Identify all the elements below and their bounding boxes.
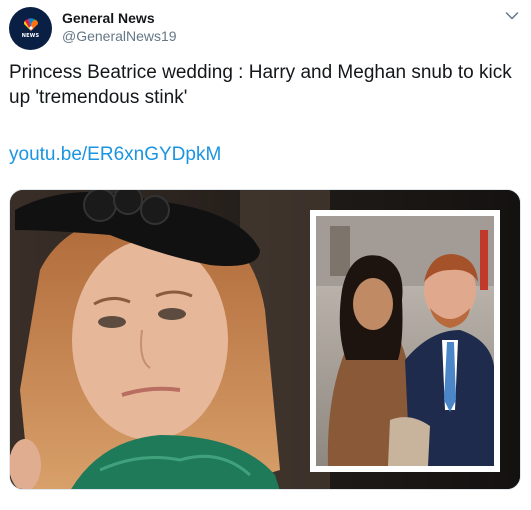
tweet-card: NEWS General News @GeneralNews19 Princes… <box>0 0 531 510</box>
tweet-media-image[interactable] <box>9 189 521 490</box>
tweet-link[interactable]: youtu.be/ER6xnGYDpkM <box>9 142 221 167</box>
avatar[interactable]: NEWS <box>9 7 52 50</box>
user-handle[interactable]: @GeneralNews19 <box>62 27 177 45</box>
tweet-author: General News @GeneralNews19 <box>62 10 177 45</box>
chevron-down-icon[interactable] <box>505 11 519 21</box>
display-name[interactable]: General News <box>62 10 177 27</box>
peacock-news-logo-icon <box>23 18 38 31</box>
media-illustration <box>10 190 520 489</box>
tweet-text: Princess Beatrice wedding : Harry and Me… <box>9 62 512 108</box>
avatar-label: NEWS <box>21 33 40 39</box>
